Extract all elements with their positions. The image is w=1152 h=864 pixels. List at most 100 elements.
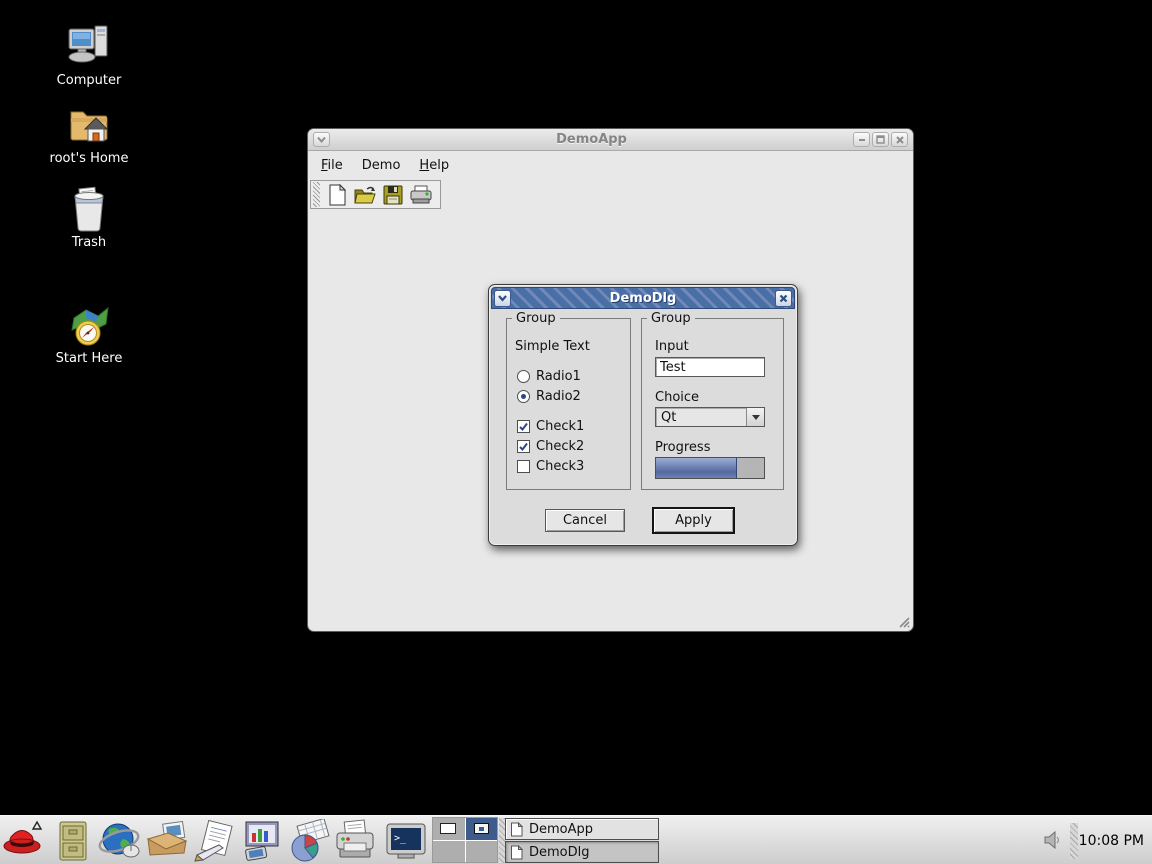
task-label: DemoDlg <box>529 845 590 860</box>
checkbox-unchecked-icon <box>517 460 530 473</box>
static-text: Simple Text <box>515 339 590 354</box>
clock-drag-handle[interactable] <box>1070 823 1078 859</box>
radio-radio2[interactable]: Radio2 <box>517 389 581 404</box>
chevron-down-icon <box>752 414 760 420</box>
mini-window <box>474 823 489 834</box>
minimize-button[interactable] <box>853 132 870 147</box>
checkbox-label: Check3 <box>536 459 584 474</box>
print-button[interactable] <box>407 182 435 208</box>
desktop-icon-label: root's Home <box>44 151 134 166</box>
window-menu-button[interactable] <box>494 290 511 307</box>
desktop-icon-label: Start Here <box>44 351 134 366</box>
input-label: Input <box>655 339 689 354</box>
progress-bar-fill <box>656 458 737 478</box>
workspace-4[interactable] <box>466 841 498 863</box>
maximize-button[interactable] <box>872 132 889 147</box>
email-launcher[interactable] <box>144 818 190 863</box>
desktop-icon-roots-home[interactable]: root's Home <box>44 102 134 166</box>
computer-icon <box>65 24 113 70</box>
combobox-dropdown-button[interactable] <box>746 408 764 426</box>
demodlg-titlebar[interactable]: DemoDlg <box>491 287 795 309</box>
minimize-icon <box>858 136 866 144</box>
task-button-demoapp[interactable]: DemoApp <box>505 818 659 840</box>
start-here-icon <box>66 304 112 348</box>
desktop-icon-trash[interactable]: Trash <box>44 184 134 250</box>
document-icon <box>510 845 523 860</box>
demoapp-titlebar[interactable]: DemoApp <box>308 129 913 151</box>
terminal-launcher[interactable]: >_ <box>383 818 429 863</box>
volume-applet[interactable] <box>1043 831 1063 853</box>
clock[interactable]: 10:08 PM <box>1079 816 1144 864</box>
right-groupbox: Group Input Choice Qt Progress <box>641 318 784 490</box>
checkbox-checked-icon <box>517 420 530 433</box>
checkbox-check1[interactable]: Check1 <box>517 419 584 434</box>
desktop-icon-label: Computer <box>44 73 134 88</box>
checkbox-label: Check2 <box>536 439 584 454</box>
checkbox-check2[interactable]: Check2 <box>517 439 584 454</box>
radio-icon <box>517 370 530 383</box>
word-processor-launcher[interactable] <box>191 818 237 863</box>
file-manager-launcher[interactable] <box>50 818 96 863</box>
speaker-icon <box>1043 831 1063 849</box>
spreadsheet-launcher[interactable] <box>285 818 331 863</box>
close-icon <box>896 136 904 144</box>
menu-help[interactable]: Help <box>417 156 451 175</box>
checkbox-check3[interactable]: Check3 <box>517 459 584 474</box>
open-file-icon <box>353 185 377 205</box>
presentation-launcher[interactable] <box>238 818 284 863</box>
close-button[interactable] <box>775 290 792 307</box>
combobox-value: Qt <box>656 410 746 425</box>
checkbox-label: Check1 <box>536 419 584 434</box>
new-document-icon <box>327 184 347 206</box>
word-processor-icon <box>191 819 237 863</box>
menu-demo[interactable]: Demo <box>360 156 403 175</box>
presentation-icon <box>238 819 284 863</box>
mini-window <box>440 823 456 834</box>
print-manager-launcher[interactable] <box>332 818 378 863</box>
trash-icon <box>67 184 111 232</box>
print-manager-icon <box>332 819 378 863</box>
window-title: DemoApp <box>331 132 852 147</box>
task-button-demodlg[interactable]: DemoDlg <box>505 841 659 863</box>
progress-bar <box>655 457 765 479</box>
desktop: { "colors": { "desktop_bg": "#000000", "… <box>0 0 1152 864</box>
radio-radio1[interactable]: Radio1 <box>517 369 581 384</box>
dialog-title: DemoDlg <box>511 291 775 306</box>
home-folder-icon <box>65 102 113 148</box>
save-button[interactable] <box>379 182 407 208</box>
open-file-button[interactable] <box>351 182 379 208</box>
web-browser-launcher[interactable] <box>97 818 143 863</box>
desktop-icon-start-here[interactable]: Start Here <box>44 304 134 366</box>
choice-label: Choice <box>655 390 699 405</box>
window-menu-button[interactable] <box>313 132 330 147</box>
menu-file[interactable]: File <box>319 156 345 175</box>
input-field[interactable] <box>655 357 765 377</box>
radio-selected-icon <box>517 390 530 403</box>
window-menu-icon <box>317 136 326 143</box>
resize-grip-icon[interactable] <box>897 615 910 628</box>
demodlg-dialog: DemoDlg Group Simple Text Radio1 Radio2 … <box>488 284 798 546</box>
choice-combobox[interactable]: Qt <box>655 407 765 427</box>
workspace-1[interactable] <box>433 818 465 840</box>
workspace-3[interactable] <box>433 841 465 863</box>
workspace-2-active[interactable] <box>466 818 498 840</box>
document-icon <box>510 822 523 837</box>
radio-label: Radio2 <box>536 389 581 404</box>
new-document-button[interactable] <box>323 182 351 208</box>
email-icon <box>144 819 190 863</box>
toolbar-drag-handle[interactable] <box>313 182 320 207</box>
bottom-panel: >_ DemoApp DemoDlg <box>0 815 1152 864</box>
print-icon <box>409 185 433 205</box>
workspace-pager <box>432 817 498 863</box>
terminal-icon: >_ <box>384 821 428 861</box>
cancel-button[interactable]: Cancel <box>545 509 625 532</box>
close-icon <box>779 294 788 303</box>
save-icon <box>383 185 403 205</box>
apply-button[interactable]: Apply <box>652 507 735 534</box>
svg-text:>_: >_ <box>394 833 407 844</box>
file-manager-icon <box>54 819 92 863</box>
close-button[interactable] <box>891 132 908 147</box>
main-menu-button[interactable] <box>1 818 47 863</box>
desktop-icon-computer[interactable]: Computer <box>44 24 134 88</box>
groupbox-label: Group <box>647 311 695 326</box>
